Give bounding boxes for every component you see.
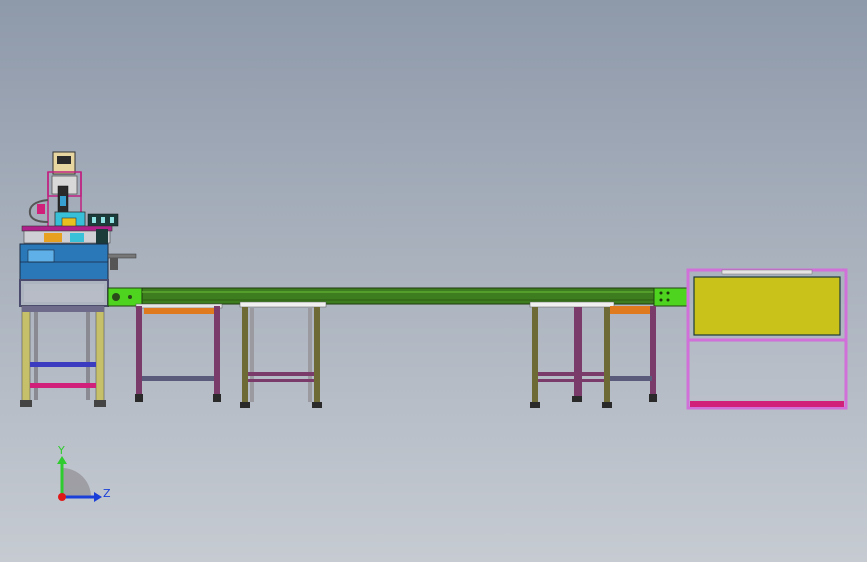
support-stand-3[interactable] [529, 301, 615, 408]
assembly-drawing: Y Z [19, 151, 848, 502]
x-axis-dot [58, 493, 66, 501]
support-stand-4[interactable] [610, 306, 657, 402]
support-stand-2[interactable] [239, 301, 327, 408]
support-stand-1[interactable] [135, 303, 223, 402]
cad-viewport[interactable]: Y Z [0, 0, 867, 562]
processing-station[interactable] [19, 151, 137, 407]
coordinate-triad: Y Z [57, 444, 111, 502]
output-cabinet[interactable] [686, 268, 848, 410]
z-axis-label: Z [103, 487, 111, 500]
y-axis-label: Y [57, 444, 65, 457]
